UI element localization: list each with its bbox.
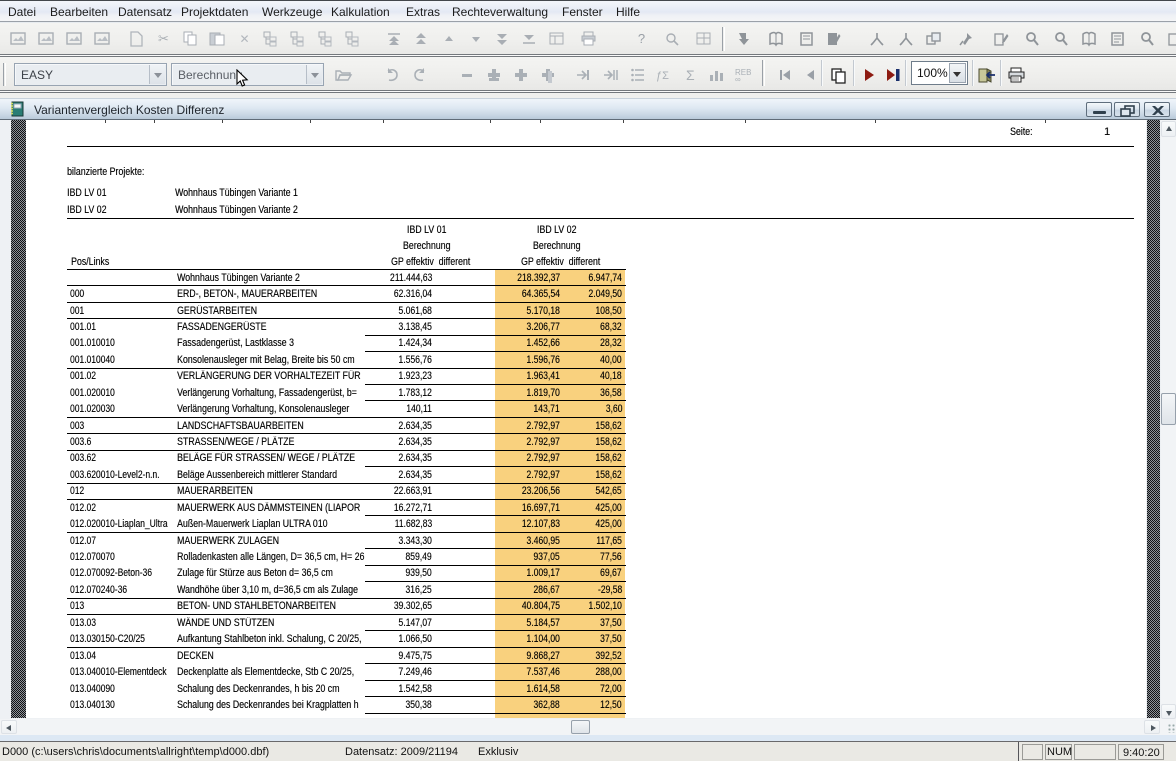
- svg-text:Σ: Σ: [686, 67, 695, 83]
- svg-text:ƒΣ: ƒΣ: [656, 70, 669, 82]
- svg-text:∞: ∞: [735, 75, 741, 83]
